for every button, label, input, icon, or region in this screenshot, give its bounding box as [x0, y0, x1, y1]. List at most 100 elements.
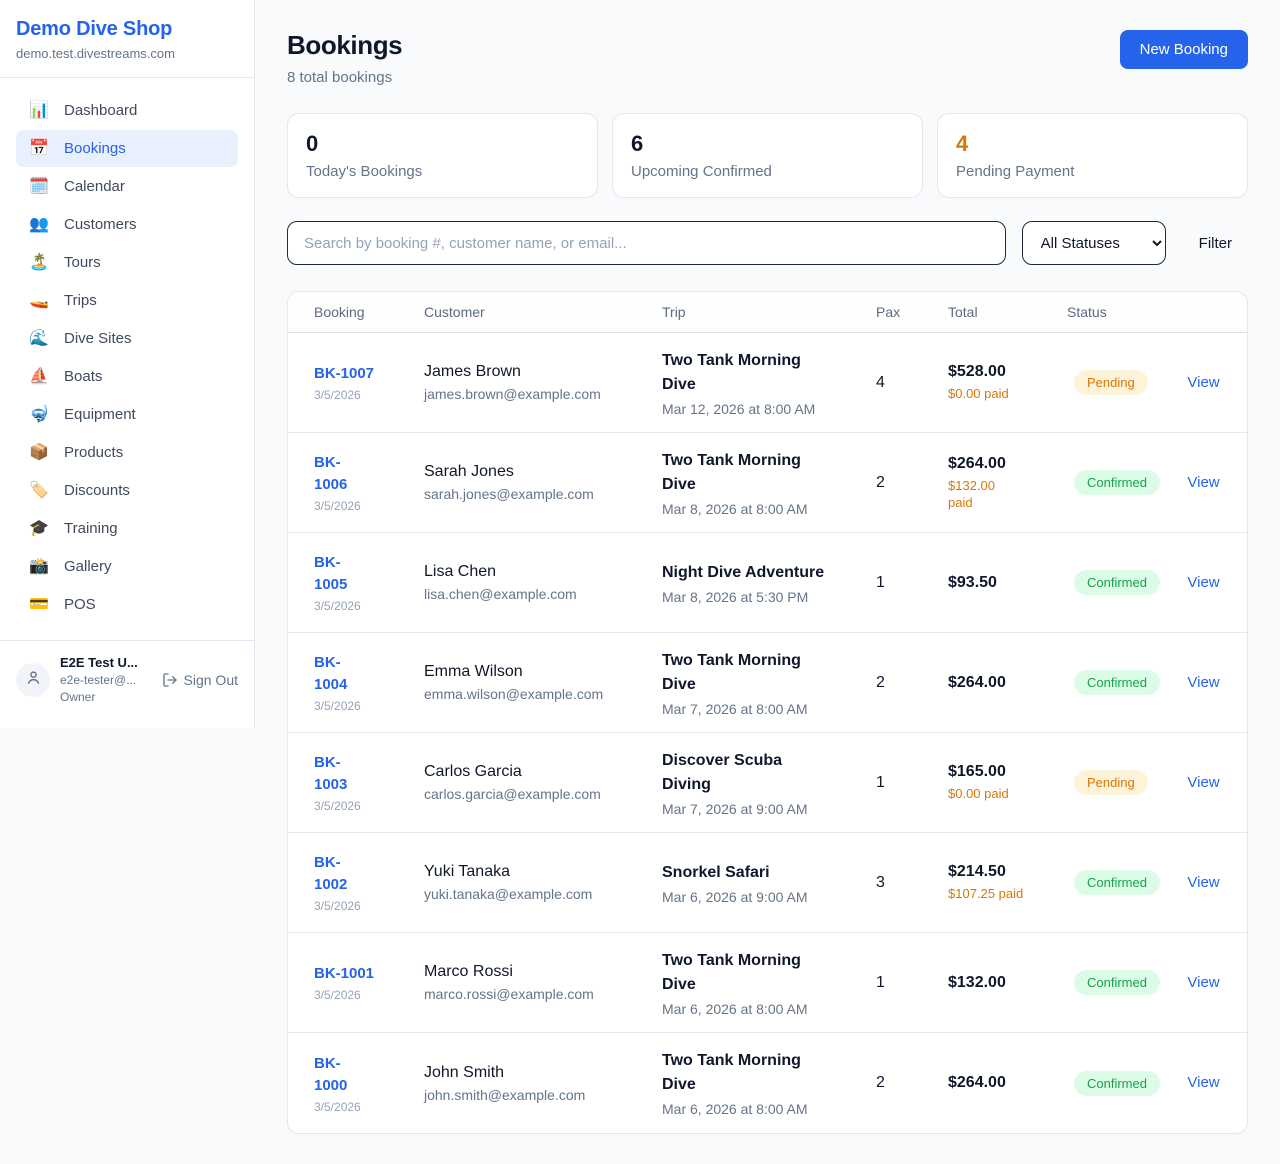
shop-name: Demo Dive Shop: [16, 18, 238, 41]
total-amount: $93.50: [948, 574, 1067, 592]
stat-card-today-s-bookings: 0 Today's Bookings: [287, 113, 598, 198]
trip-name: Night Dive Adventure: [662, 561, 876, 585]
products-icon: 📦: [29, 445, 49, 461]
sidebar-item-tours[interactable]: 🏝️ Tours: [16, 244, 238, 281]
sidebar-item-gallery[interactable]: 📸 Gallery: [16, 548, 238, 585]
trip-datetime: Mar 6, 2026 at 8:00 AM: [662, 1001, 876, 1017]
trips-icon: 🚤: [29, 293, 49, 309]
trip-datetime: Mar 8, 2026 at 5:30 PM: [662, 589, 876, 605]
shop-domain: demo.test.divestreams.com: [16, 46, 238, 61]
pax-count: 2: [876, 674, 948, 692]
customer-name: Carlos Garcia: [424, 763, 662, 781]
view-link[interactable]: View: [1187, 774, 1219, 791]
customer-email: emma.wilson@example.com: [424, 686, 662, 702]
col-header-trip: Trip: [662, 304, 876, 320]
booking-date: 3/5/2026: [314, 899, 414, 913]
trip-name: Two Tank Morning Dive: [662, 649, 876, 697]
customer-email: james.brown@example.com: [424, 386, 662, 402]
customer-name: John Smith: [424, 1064, 662, 1082]
equipment-icon: 🤿: [29, 407, 49, 423]
sidebar-item-label: Dive Sites: [64, 330, 132, 347]
sidebar-item-customers[interactable]: 👥 Customers: [16, 206, 238, 243]
stat-value: 6: [631, 131, 904, 157]
sidebar-item-dashboard[interactable]: 📊 Dashboard: [16, 92, 238, 129]
col-header-booking: Booking: [314, 304, 424, 320]
view-link[interactable]: View: [1187, 974, 1219, 991]
customer-name: James Brown: [424, 363, 662, 381]
sidebar-item-dive-sites[interactable]: 🌊 Dive Sites: [16, 320, 238, 357]
sidebar-item-equipment[interactable]: 🤿 Equipment: [16, 396, 238, 433]
booking-id-link[interactable]: BK- 1004: [314, 654, 347, 693]
gallery-icon: 📸: [29, 559, 49, 575]
sidebar-item-products[interactable]: 📦 Products: [16, 434, 238, 471]
trip-datetime: Mar 7, 2026 at 9:00 AM: [662, 801, 876, 817]
col-header-total: Total: [948, 304, 1067, 320]
new-booking-button[interactable]: New Booking: [1120, 30, 1248, 69]
bookings-icon: 📅: [29, 141, 49, 157]
sidebar-item-pos[interactable]: 💳 POS: [16, 586, 238, 623]
sidebar-item-label: Boats: [64, 368, 102, 385]
booking-id-link[interactable]: BK- 1005: [314, 554, 347, 593]
total-amount: $528.00: [948, 363, 1067, 381]
table-row: BK- 1006 3/5/2026 Sarah Jones sarah.jone…: [288, 433, 1247, 533]
sidebar-item-trips[interactable]: 🚤 Trips: [16, 282, 238, 319]
status-badge: Confirmed: [1074, 470, 1160, 495]
trip-name: Two Tank Morning Dive: [662, 349, 876, 397]
customer-name: Yuki Tanaka: [424, 863, 662, 881]
trip-name: Two Tank Morning Dive: [662, 1049, 876, 1097]
pax-count: 4: [876, 374, 948, 392]
status-badge: Confirmed: [1074, 870, 1160, 895]
dive-sites-icon: 🌊: [29, 331, 49, 347]
view-link[interactable]: View: [1187, 474, 1219, 491]
booking-id-link[interactable]: BK- 1000: [314, 1055, 347, 1094]
page-header-text: Bookings 8 total bookings: [287, 30, 402, 86]
booking-id-link[interactable]: BK- 1002: [314, 854, 347, 893]
sidebar-item-calendar[interactable]: 🗓️ Calendar: [16, 168, 238, 205]
status-badge: Pending: [1074, 370, 1148, 395]
customer-name: Sarah Jones: [424, 463, 662, 481]
status-badge: Confirmed: [1074, 1071, 1160, 1096]
total-amount: $132.00: [948, 974, 1067, 992]
view-link[interactable]: View: [1187, 874, 1219, 891]
filter-button[interactable]: Filter: [1199, 235, 1232, 252]
trip-name: Discover Scuba Diving: [662, 749, 876, 797]
booking-date: 3/5/2026: [314, 1100, 414, 1114]
pax-count: 3: [876, 874, 948, 892]
status-badge: Confirmed: [1074, 670, 1160, 695]
sidebar-item-label: Calendar: [64, 178, 125, 195]
paid-amount: $132.00 paid: [948, 477, 1067, 511]
stat-card-pending-payment: 4 Pending Payment: [937, 113, 1248, 198]
trip-datetime: Mar 7, 2026 at 8:00 AM: [662, 701, 876, 717]
sidebar-item-boats[interactable]: ⛵ Boats: [16, 358, 238, 395]
status-select[interactable]: All Statuses: [1022, 221, 1166, 265]
view-link[interactable]: View: [1187, 574, 1219, 591]
table-row: BK- 1003 3/5/2026 Carlos Garcia carlos.g…: [288, 733, 1247, 833]
page-header: Bookings 8 total bookings New Booking: [287, 30, 1248, 86]
booking-date: 3/5/2026: [314, 499, 414, 513]
view-link[interactable]: View: [1187, 374, 1219, 391]
sidebar-item-training[interactable]: 🎓 Training: [16, 510, 238, 547]
stats-row: 0 Today's Bookings 6 Upcoming Confirmed …: [287, 113, 1248, 198]
table-body: BK-1007 3/5/2026 James Brown james.brown…: [288, 333, 1247, 1133]
stat-label: Pending Payment: [956, 163, 1229, 180]
page-title: Bookings: [287, 30, 402, 61]
filter-row: All Statuses Filter: [287, 221, 1248, 265]
booking-date: 3/5/2026: [314, 799, 414, 813]
sidebar-item-bookings[interactable]: 📅 Bookings: [16, 130, 238, 167]
pax-count: 2: [876, 474, 948, 492]
booking-id-link[interactable]: BK-1001: [314, 965, 374, 982]
booking-id-link[interactable]: BK- 1003: [314, 754, 347, 793]
search-input[interactable]: [287, 221, 1006, 265]
booking-id-link[interactable]: BK- 1006: [314, 454, 347, 493]
boats-icon: ⛵: [29, 369, 49, 385]
customer-name: Lisa Chen: [424, 563, 662, 581]
sidebar-item-discounts[interactable]: 🏷️ Discounts: [16, 472, 238, 509]
booking-date: 3/5/2026: [314, 599, 414, 613]
sign-out-button[interactable]: Sign Out: [162, 672, 238, 688]
avatar: [16, 663, 50, 697]
view-link[interactable]: View: [1187, 1074, 1219, 1091]
pos-icon: 💳: [29, 597, 49, 613]
booking-id-link[interactable]: BK-1007: [314, 365, 374, 382]
main-content: Bookings 8 total bookings New Booking 0 …: [255, 0, 1280, 1164]
view-link[interactable]: View: [1187, 674, 1219, 691]
